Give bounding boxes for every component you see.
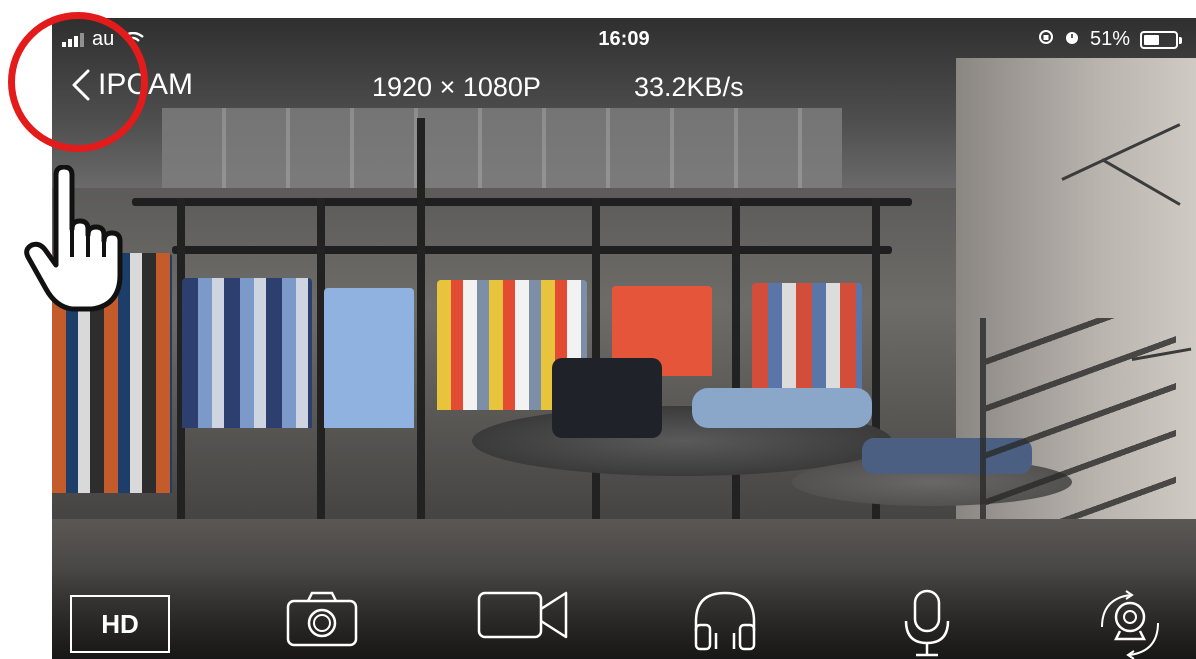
video-record-icon[interactable] xyxy=(476,587,572,643)
status-bar: au 16:09 51% xyxy=(52,18,1196,64)
control-toolbar: HD xyxy=(52,569,1196,659)
header-bar: IPCAM 1920 × 1080P 33.2KB/s xyxy=(52,64,1196,114)
feed-staircase xyxy=(980,318,1176,548)
battery-percent: 51% xyxy=(1089,28,1130,50)
status-time: 16:09 xyxy=(598,28,650,50)
microphone-icon[interactable] xyxy=(900,587,954,659)
stream-resolution: 1920 × 1080P xyxy=(372,72,541,102)
camera-rotate-icon[interactable] xyxy=(1092,587,1168,659)
pointing-hand-icon xyxy=(22,164,134,320)
headphones-icon[interactable] xyxy=(690,587,760,653)
camera-live-view: au 16:09 51% IPCAM 1920 × 1080P 33.2KB/s… xyxy=(52,18,1196,659)
camera-icon[interactable] xyxy=(284,587,360,649)
alarm-icon xyxy=(1064,28,1080,51)
battery-icon xyxy=(1140,30,1182,49)
highlight-circle xyxy=(8,12,148,152)
hd-button[interactable]: HD xyxy=(70,595,170,653)
stream-bitrate: 33.2KB/s xyxy=(634,72,744,102)
feed-wall-shelves xyxy=(162,108,842,188)
camera-feed xyxy=(52,18,1196,659)
rotation-lock-icon xyxy=(1038,28,1054,51)
status-right: 51% xyxy=(1038,28,1182,51)
